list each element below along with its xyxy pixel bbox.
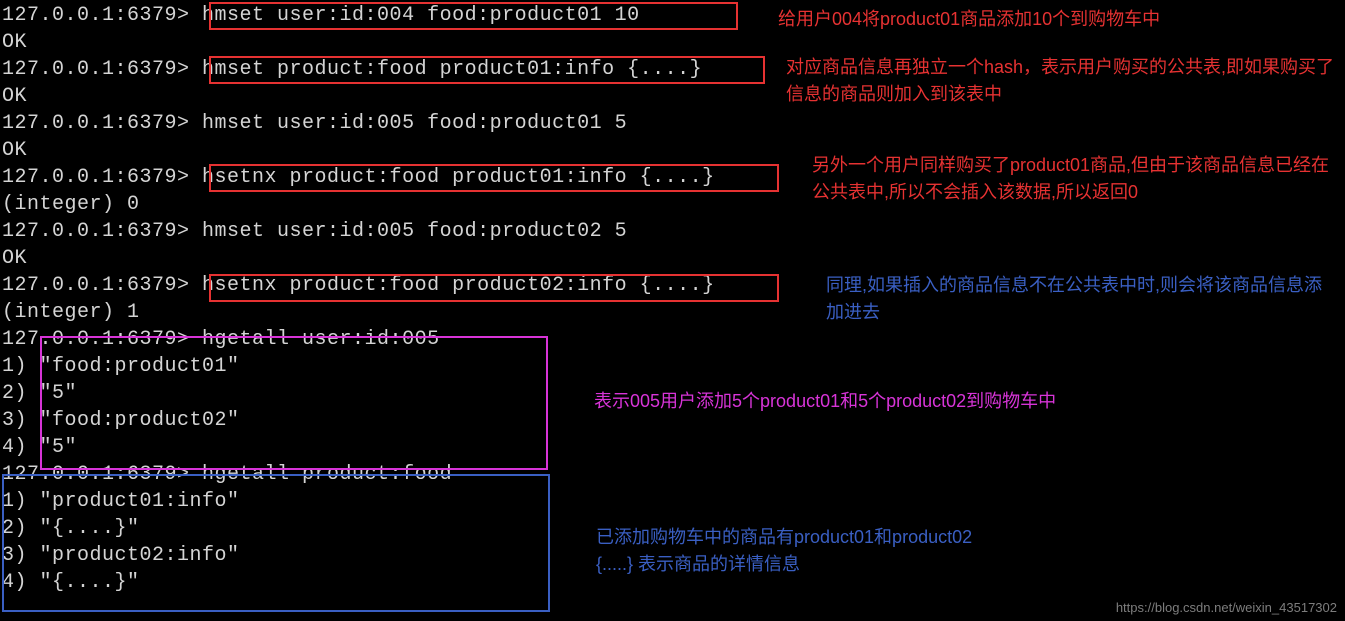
annotation-3: 另外一个用户同样购买了product01商品,但由于该商品信息已经在公共表中,所… [812,152,1342,206]
annotation-2: 对应商品信息再独立一个hash，表示用户购买的公共表,即如果购买了信息的商品则加… [786,54,1336,108]
annotation-5: 表示005用户添加5个product01和5个product02到购物车中 [594,388,1056,415]
watermark-text: https://blog.csdn.net/weixin_43517302 [1116,600,1337,615]
annotation-6: 已添加购物车中的商品有product01和product02 {.....} 表… [596,524,972,578]
annotation-1: 给用户004将product01商品添加10个到购物车中 [778,6,1160,33]
cmd-line-8: 127.0.0.1:6379> hgetall product:food [2,461,1343,488]
cmd-line-7: 127.0.0.1:6379> hgetall user:id:005 [2,326,1343,353]
output-list-4: 4) "5" [2,434,1343,461]
cmd-line-3: 127.0.0.1:6379> hmset user:id:005 food:p… [2,110,1343,137]
output-ok-5: OK [2,245,1343,272]
annotation-6-line2: {.....} 表示商品的详情信息 [596,551,972,578]
annotation-4: 同理,如果插入的商品信息不在公共表中时,则会将该商品信息添加进去 [826,272,1336,326]
output-list-5: 1) "product01:info" [2,488,1343,515]
cmd-line-5: 127.0.0.1:6379> hmset user:id:005 food:p… [2,218,1343,245]
output-list-1: 1) "food:product01" [2,353,1343,380]
annotation-6-line1: 已添加购物车中的商品有product01和product02 [596,524,972,551]
output-ok-1: OK [2,29,1343,56]
